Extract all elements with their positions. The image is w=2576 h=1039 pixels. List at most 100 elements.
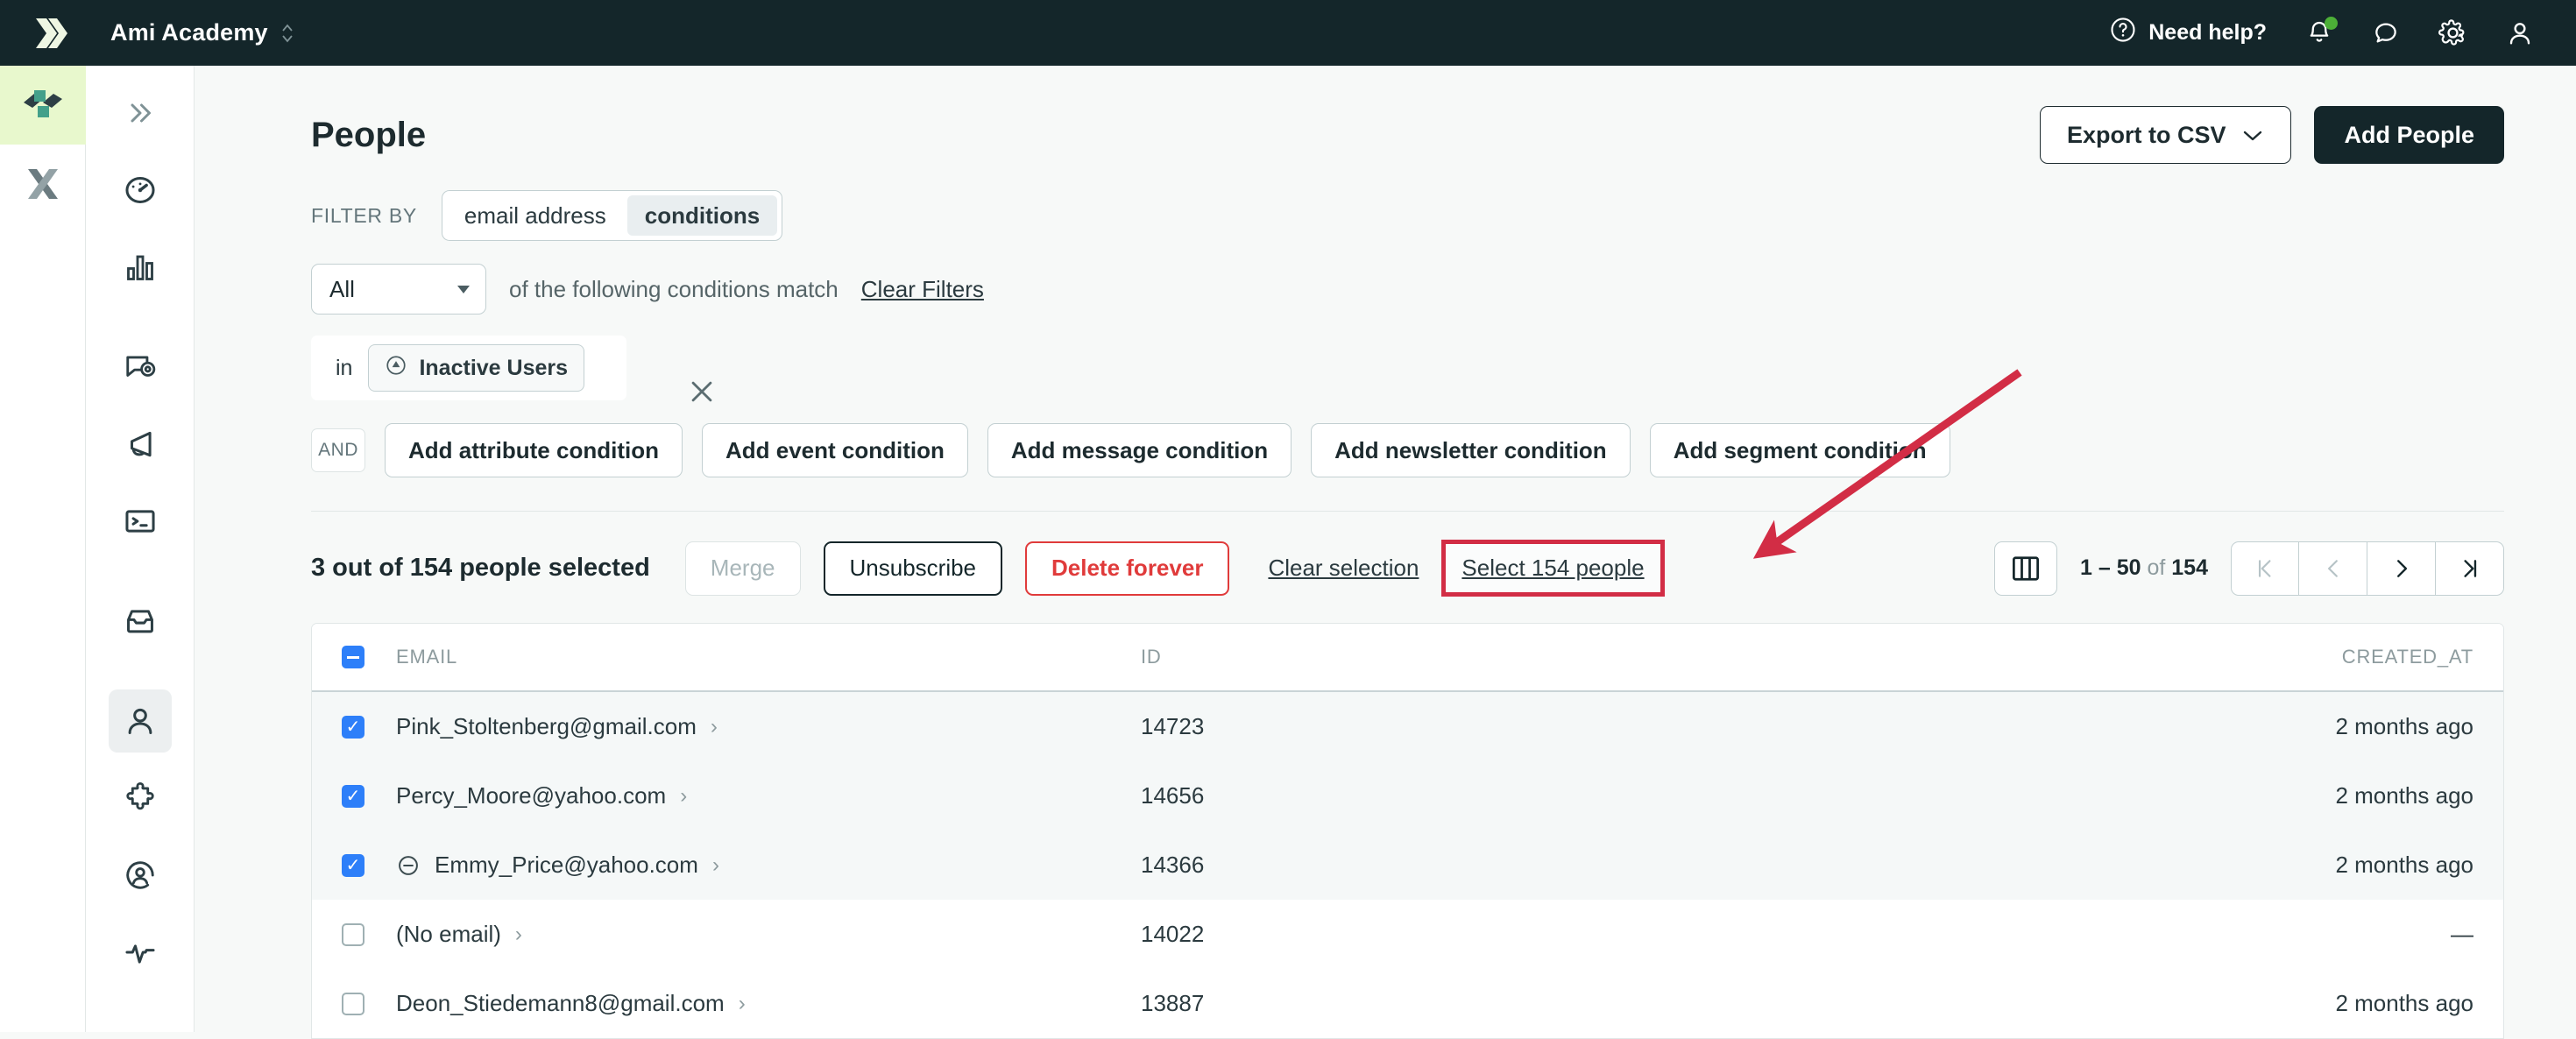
remove-condition-button[interactable] bbox=[687, 377, 717, 411]
chevron-right-icon[interactable]: › bbox=[739, 992, 746, 1016]
add-attribute-condition-button[interactable]: Add attribute condition bbox=[385, 423, 683, 477]
last-page-button[interactable] bbox=[2436, 541, 2504, 596]
row-checkbox[interactable] bbox=[342, 922, 364, 946]
prev-page-button[interactable] bbox=[2299, 541, 2367, 596]
person-circle-icon bbox=[125, 861, 154, 889]
clear-selection-link[interactable]: Clear selection bbox=[1268, 555, 1419, 582]
add-people-button[interactable]: Add People bbox=[2314, 106, 2504, 164]
select-all-highlight: Select 154 people bbox=[1441, 540, 1665, 597]
merge-button[interactable]: Merge bbox=[684, 541, 801, 596]
selection-toolbar: 3 out of 154 people selected Merge Unsub… bbox=[195, 512, 2576, 597]
chevron-right-icon[interactable]: › bbox=[515, 922, 522, 947]
sidebar-item-analytics[interactable] bbox=[109, 236, 172, 299]
row-email-cell: Pink_Stoltenberg@gmail.com › bbox=[396, 713, 1141, 740]
settings-button[interactable] bbox=[2438, 18, 2467, 47]
bar-chart-icon bbox=[126, 255, 153, 280]
row-created-at: 2 months ago bbox=[2335, 782, 2473, 809]
filter-mode-email-address[interactable]: email address bbox=[447, 195, 624, 236]
clear-filters-link[interactable]: Clear Filters bbox=[861, 276, 984, 303]
row-checkbox-cell: ✓ bbox=[342, 853, 396, 877]
need-help-button[interactable]: Need help? bbox=[2110, 17, 2267, 49]
row-checkbox[interactable]: ✓ bbox=[342, 784, 364, 808]
filter-by-row: FILTER BY email address conditions bbox=[195, 164, 2576, 241]
sidebar-item-broadcasts[interactable] bbox=[109, 413, 172, 476]
operator-and[interactable]: AND bbox=[311, 428, 365, 472]
help-circle-icon bbox=[2110, 17, 2136, 49]
row-checkbox[interactable] bbox=[342, 992, 364, 1015]
nav-rail bbox=[86, 66, 195, 1032]
row-email-cell: (No email) › bbox=[396, 921, 1141, 948]
columns-button[interactable] bbox=[1994, 541, 2057, 596]
table-row[interactable]: ✓ Emmy_Price@yahoo.com › 14366 2 months … bbox=[312, 830, 2503, 900]
app-tile-switcher[interactable] bbox=[0, 145, 86, 223]
sidebar-item-messages[interactable] bbox=[109, 336, 172, 399]
need-help-label: Need help? bbox=[2148, 20, 2267, 45]
sidebar-item-collapse[interactable] bbox=[109, 81, 172, 145]
conditions-match-row: All of the following conditions match Cl… bbox=[195, 241, 2576, 315]
sidebar-item-inbox[interactable] bbox=[109, 590, 172, 653]
chevron-right-icon[interactable]: › bbox=[711, 715, 718, 739]
table-row[interactable]: Deon_Stiedemann8@gmail.com › 13887 2 mon… bbox=[312, 969, 2503, 1038]
brand-logo-icon[interactable] bbox=[25, 9, 74, 58]
sidebar-item-integrations[interactable] bbox=[109, 767, 172, 830]
unsubscribed-icon bbox=[396, 853, 421, 878]
row-checkbox[interactable]: ✓ bbox=[342, 853, 364, 877]
table-row[interactable]: (No email) › 14022 — bbox=[312, 900, 2503, 969]
table-row[interactable]: ✓ Pink_Stoltenberg@gmail.com › 14723 2 m… bbox=[312, 692, 2503, 761]
sidebar-item-activity[interactable] bbox=[109, 921, 172, 984]
row-id: 14723 bbox=[1141, 713, 1205, 739]
sidebar-item-audience[interactable] bbox=[109, 844, 172, 907]
column-header-created-at[interactable]: CREATED_AT bbox=[1903, 646, 2473, 668]
people-table: EMAIL ID CREATED_AT ✓ Pink_Stoltenberg@g… bbox=[311, 623, 2504, 1039]
selection-count-text: 3 out of 154 people selected bbox=[311, 554, 650, 582]
row-email: (No email) bbox=[396, 921, 501, 947]
columns-icon bbox=[2013, 555, 2039, 581]
page-of-word: of bbox=[2147, 555, 2166, 580]
account-avatar-button[interactable] bbox=[2506, 19, 2534, 47]
first-page-button[interactable] bbox=[2231, 541, 2299, 596]
export-csv-button[interactable]: Export to CSV bbox=[2039, 106, 2292, 164]
add-message-condition-button[interactable]: Add message condition bbox=[987, 423, 1292, 477]
table-header-row: EMAIL ID CREATED_AT bbox=[312, 624, 2503, 692]
row-email-cell: Emmy_Price@yahoo.com › bbox=[396, 852, 1141, 879]
chevron-right-icon[interactable]: › bbox=[712, 853, 719, 878]
pagination-controls: 1 – 50 of 154 bbox=[1994, 541, 2504, 596]
table-row[interactable]: ✓ Percy_Moore@yahoo.com › 14656 2 months… bbox=[312, 761, 2503, 830]
notifications-button[interactable] bbox=[2305, 16, 2338, 47]
organization-name: Ami Academy bbox=[110, 19, 268, 46]
column-header-email[interactable]: EMAIL bbox=[396, 646, 1141, 668]
filter-mode-conditions[interactable]: conditions bbox=[626, 195, 778, 236]
select-all-checkbox[interactable] bbox=[342, 646, 364, 668]
unsubscribe-button[interactable]: Unsubscribe bbox=[823, 541, 1003, 596]
sidebar-item-dashboard[interactable] bbox=[109, 159, 172, 222]
delete-forever-button[interactable]: Delete forever bbox=[1025, 541, 1230, 596]
page-title: People bbox=[311, 115, 427, 154]
filter-by-label: FILTER BY bbox=[311, 203, 417, 227]
row-email-cell: Percy_Moore@yahoo.com › bbox=[396, 782, 1141, 809]
match-type-select[interactable]: All bbox=[311, 264, 486, 315]
next-page-button[interactable] bbox=[2367, 541, 2436, 596]
match-description: of the following conditions match bbox=[509, 275, 839, 302]
add-segment-condition-button[interactable]: Add segment condition bbox=[1649, 423, 1950, 477]
add-event-condition-button[interactable]: Add event condition bbox=[701, 423, 968, 477]
row-id: 14656 bbox=[1141, 782, 1205, 809]
sidebar-item-people[interactable] bbox=[108, 689, 172, 753]
app-tile-customerio[interactable] bbox=[0, 66, 86, 145]
org-switcher-icon[interactable] bbox=[280, 22, 294, 45]
row-id: 13887 bbox=[1141, 990, 1205, 1016]
export-csv-label: Export to CSV bbox=[2066, 121, 2226, 148]
column-header-id[interactable]: ID bbox=[1141, 646, 1903, 668]
segment-condition-chip[interactable]: Inactive Users bbox=[368, 344, 585, 392]
app-rail bbox=[0, 66, 86, 1032]
add-newsletter-condition-button[interactable]: Add newsletter condition bbox=[1311, 423, 1631, 477]
row-created-at: 2 months ago bbox=[2335, 852, 2473, 878]
row-created-at: 2 months ago bbox=[2335, 713, 2473, 739]
row-checkbox-cell bbox=[342, 992, 396, 1015]
select-all-people-link[interactable]: Select 154 people bbox=[1461, 555, 1644, 582]
chevrons-right-icon bbox=[131, 103, 151, 123]
row-checkbox[interactable]: ✓ bbox=[342, 715, 364, 739]
sidebar-item-data-console[interactable] bbox=[109, 490, 172, 553]
chevron-right-icon[interactable]: › bbox=[680, 784, 687, 809]
chat-button[interactable] bbox=[2372, 19, 2400, 47]
pager-buttons bbox=[2231, 541, 2504, 596]
